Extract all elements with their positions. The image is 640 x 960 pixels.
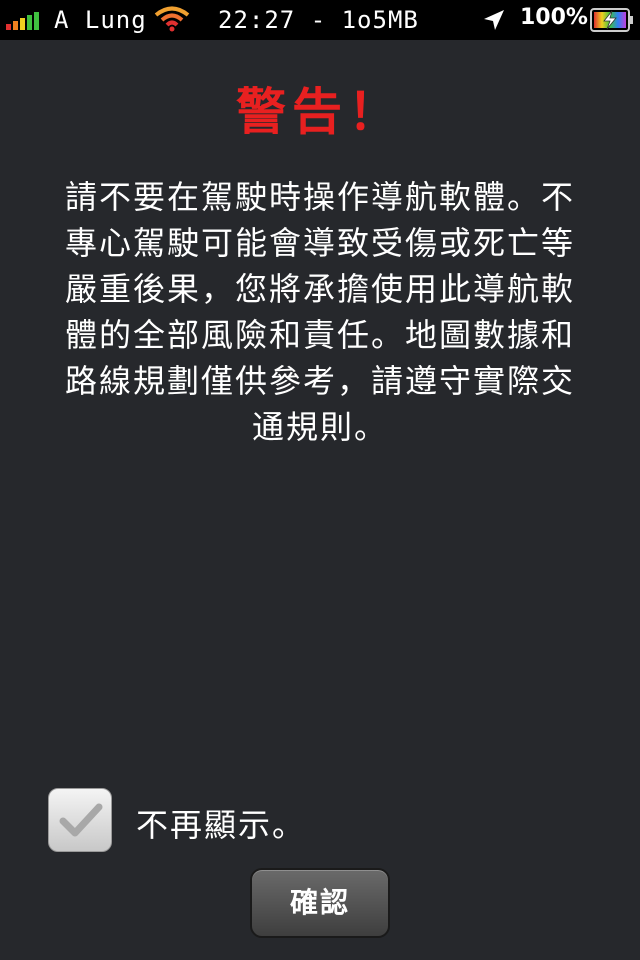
status-bar: A Lung 22:27 - 1o5MB 100%	[0, 0, 640, 40]
checkmark-icon	[59, 803, 103, 837]
dont-show-again-label[interactable]: 不再顯示。	[136, 800, 306, 846]
status-time: 22:27 - 1o5MB	[218, 6, 419, 34]
signal-icon	[6, 12, 39, 30]
warning-message: 請不要在駕駛時操作導航軟體。不專心駕駛可能會導致受傷或死亡等嚴重後果，您將承擔使…	[64, 178, 575, 446]
location-arrow-icon	[484, 10, 504, 30]
battery-charging-icon	[590, 8, 633, 32]
warning-title: 警告！	[236, 83, 404, 141]
wifi-icon	[154, 6, 190, 32]
confirm-button[interactable]: 確認	[250, 868, 390, 938]
battery-percent: 100%	[520, 5, 588, 30]
dont-show-again-checkbox[interactable]	[48, 788, 112, 852]
carrier-name: A Lung	[54, 6, 147, 34]
